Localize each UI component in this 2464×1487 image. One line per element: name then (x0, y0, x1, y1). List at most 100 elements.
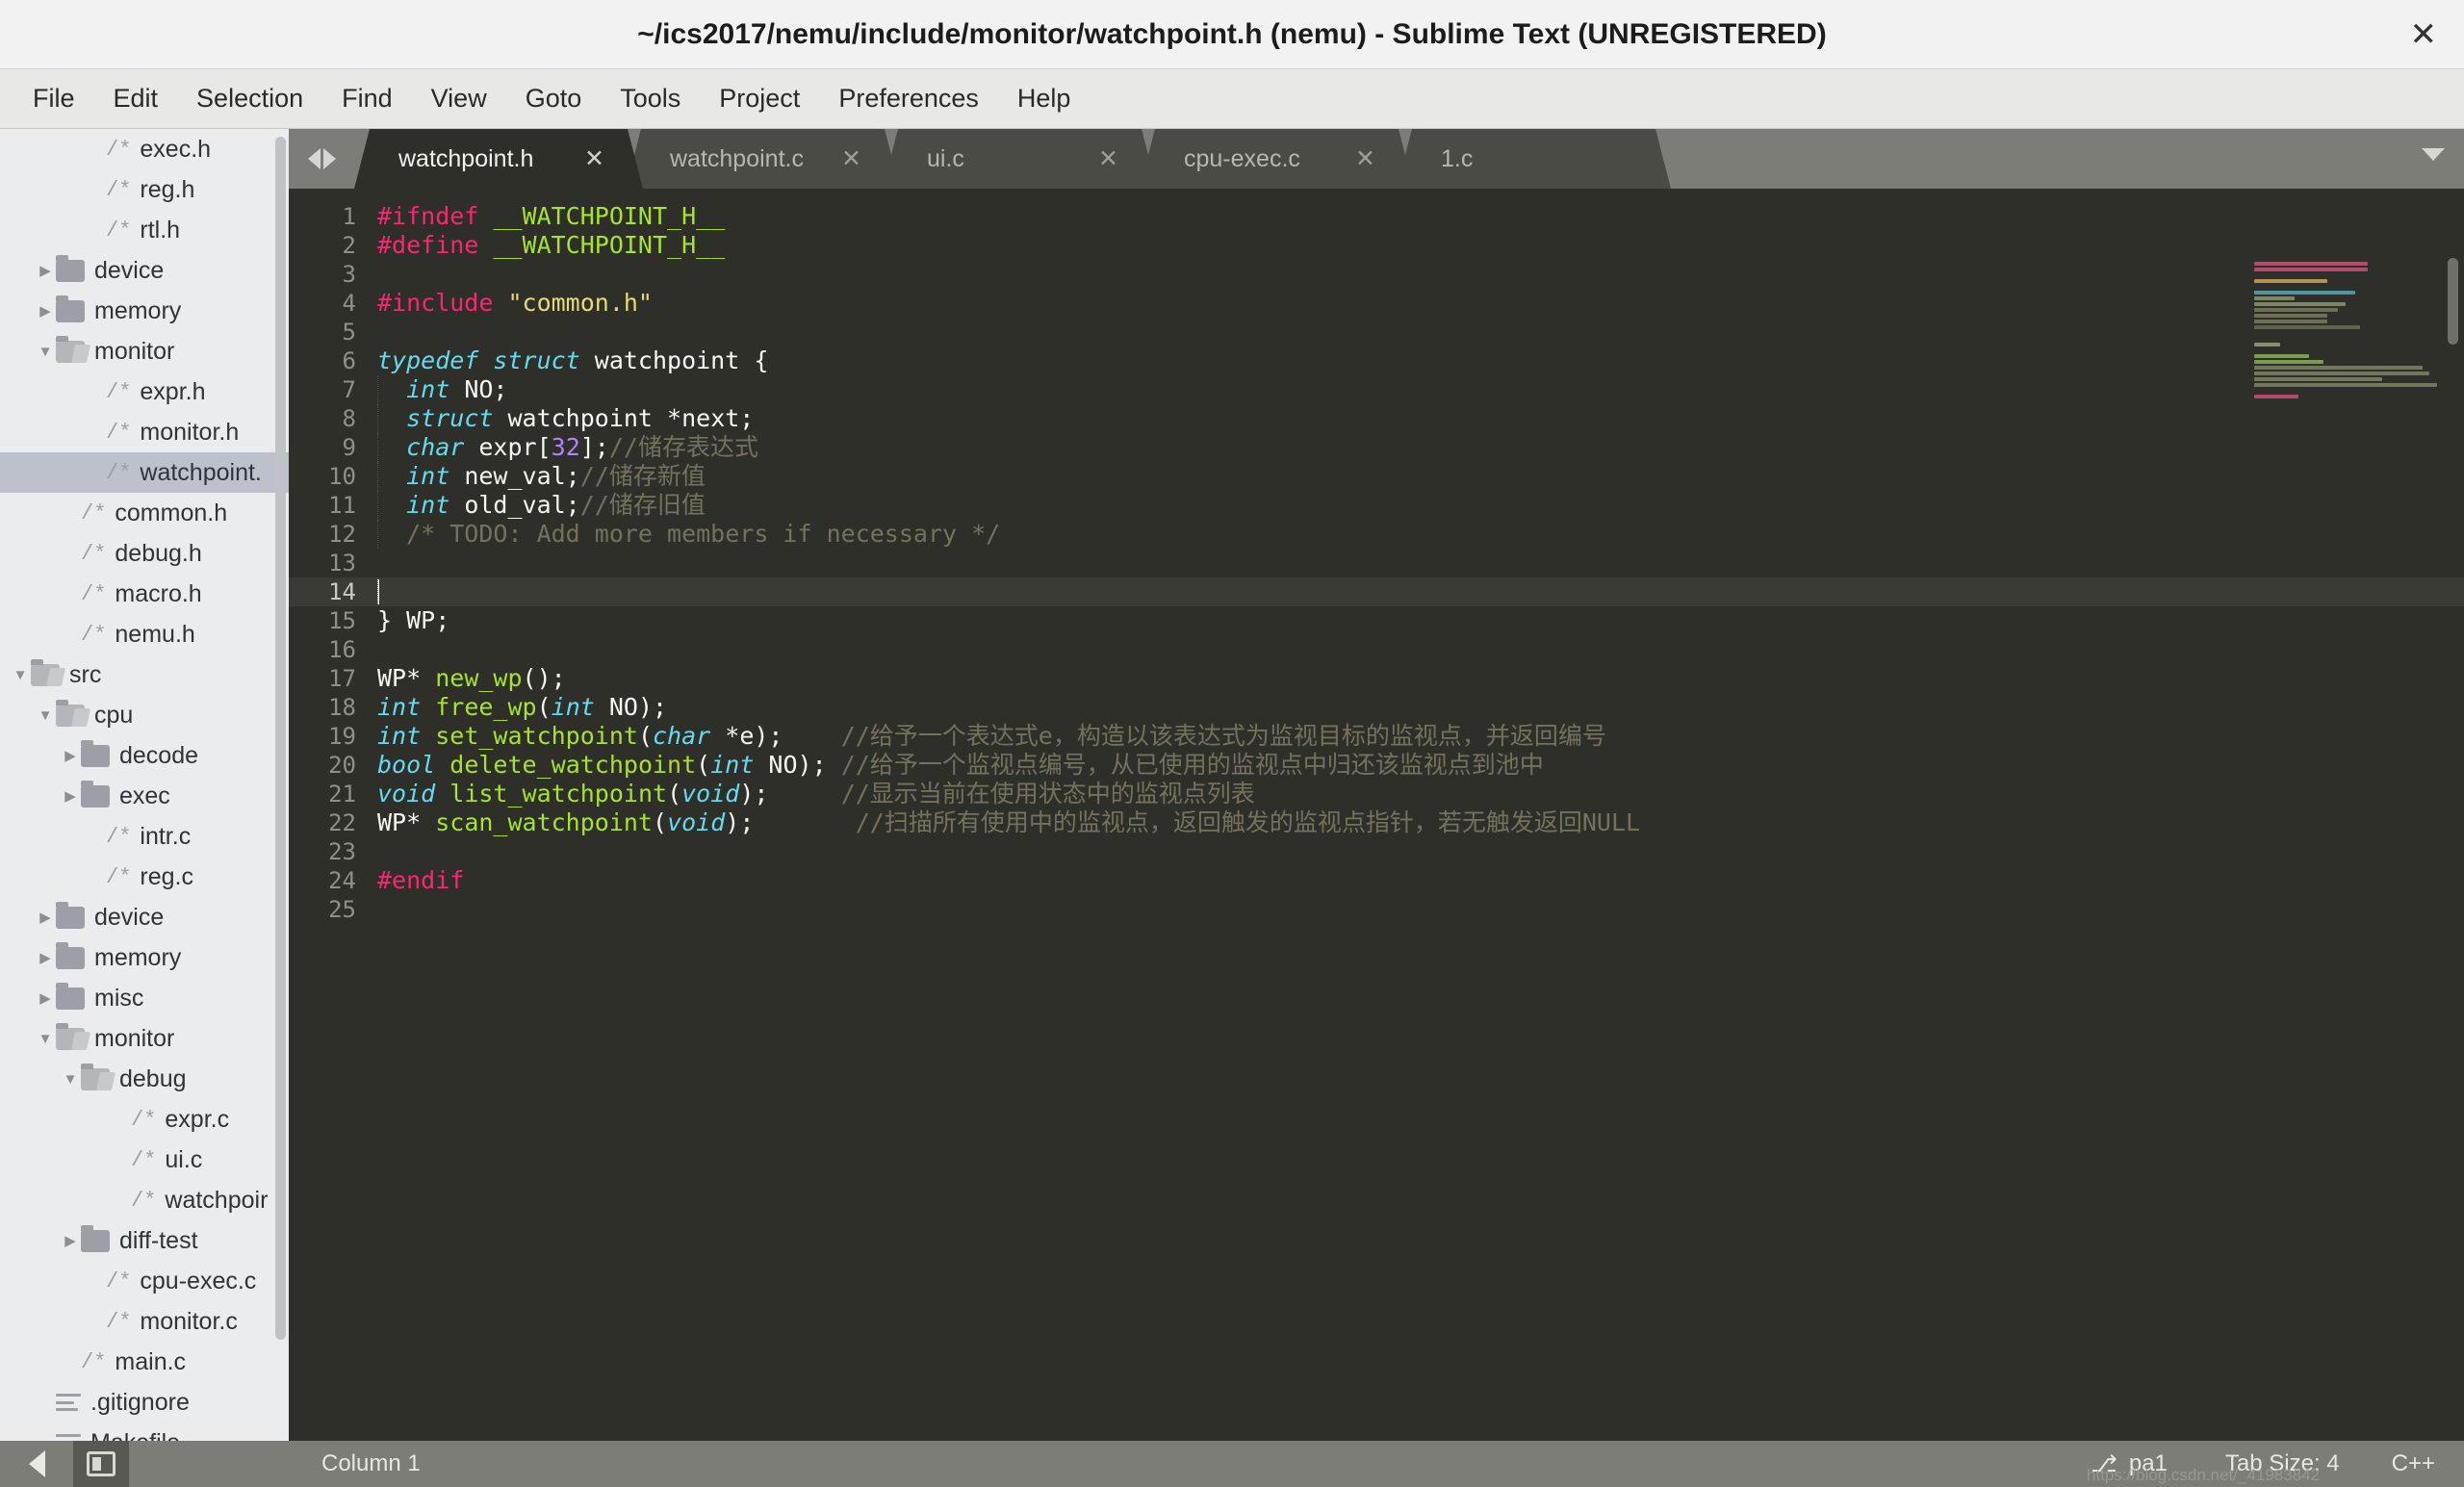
tree-item-device[interactable]: ▶ device (0, 897, 289, 937)
tree-item-watchpoir[interactable]: /* watchpoir (0, 1180, 289, 1220)
status-branch[interactable]: ⎇ pa1 (2091, 1450, 2168, 1477)
editor-vertical-scrollbar[interactable] (2448, 258, 2458, 345)
sidebar-file-tree[interactable]: /* exec.h /* reg.h /* rtl.h ▶ device ▶ memory ▼ m… (0, 129, 289, 1441)
tree-item-watchpoint[interactable]: /* watchpoint. (0, 452, 289, 493)
code-line[interactable]: 3 (289, 260, 2464, 289)
code-line[interactable]: 1 #ifndef __WATCHPOINT_H__ (289, 202, 2464, 231)
code-line[interactable]: 12 /* TODO: Add more members if necessar… (289, 520, 2464, 549)
chevron-down-icon[interactable]: ▼ (35, 707, 56, 724)
status-tab-size[interactable]: Tab Size: 4 (2225, 1450, 2340, 1477)
tree-item-gitignore[interactable]: .gitignore (0, 1382, 289, 1423)
code-line[interactable]: 13 (289, 549, 2464, 577)
tree-item-exec[interactable]: ▶ exec (0, 776, 289, 816)
tree-item-regc[interactable]: /* reg.c (0, 857, 289, 897)
tab-cpuexecc[interactable]: cpu-exec.c ✕ (1140, 129, 1414, 189)
tree-item-difftest[interactable]: ▶ diff-test (0, 1220, 289, 1261)
tree-item-commonh[interactable]: /* common.h (0, 493, 289, 533)
code-line[interactable]: 15} WP; (289, 606, 2464, 635)
tree-item-monitorc[interactable]: /* monitor.c (0, 1301, 289, 1342)
tab-prev-icon[interactable] (307, 148, 321, 169)
tree-item-exech[interactable]: /* exec.h (0, 129, 289, 169)
tree-item-nemuh[interactable]: /* nemu.h (0, 614, 289, 654)
status-language[interactable]: C++ (2392, 1450, 2435, 1477)
tree-item-macroh[interactable]: /* macro.h (0, 574, 289, 614)
menu-item-help[interactable]: Help (998, 78, 1091, 119)
tree-item-exprh[interactable]: /* expr.h (0, 372, 289, 412)
chevron-right-icon[interactable]: ▶ (35, 262, 56, 279)
tab-1c[interactable]: 1.c (1397, 129, 1671, 189)
tree-item-rtlh[interactable]: /* rtl.h (0, 210, 289, 250)
chevron-down-icon[interactable] (2422, 148, 2445, 161)
tree-item-monitorh[interactable]: /* monitor.h (0, 412, 289, 452)
tree-item-makefile[interactable]: Makefile (0, 1423, 289, 1441)
code-line[interactable]: 22 WP* scan_watchpoint(void); //扫描所有使用中的监… (289, 808, 2464, 837)
tree-item-decode[interactable]: ▶ decode (0, 735, 289, 776)
tree-item-memory[interactable]: ▶ memory (0, 291, 289, 331)
menu-item-goto[interactable]: Goto (506, 78, 602, 119)
menu-item-selection[interactable]: Selection (177, 78, 322, 119)
tree-item-monitor[interactable]: ▼ monitor (0, 1018, 289, 1059)
tab-uic[interactable]: ui.c ✕ (883, 129, 1157, 189)
code-line[interactable]: 11 int old_val;//储存旧值 (289, 491, 2464, 520)
tab-watchpointh[interactable]: watchpoint.h ✕ (354, 129, 643, 189)
tree-item-exprc[interactable]: /* expr.c (0, 1099, 289, 1140)
menu-item-edit[interactable]: Edit (94, 78, 178, 119)
chevron-right-icon[interactable]: ▶ (35, 949, 56, 966)
code-line[interactable]: 18 int free_wp(int NO); (289, 693, 2464, 722)
tree-item-monitor[interactable]: ▼ monitor (0, 331, 289, 372)
code-line[interactable]: 23 (289, 837, 2464, 866)
code-area[interactable]: 1 #ifndef __WATCHPOINT_H__ 2 #define __WATC… (289, 189, 2464, 1441)
chevron-right-icon[interactable]: ▶ (35, 909, 56, 926)
tree-item-regh[interactable]: /* reg.h (0, 169, 289, 210)
menu-item-tools[interactable]: Tools (601, 78, 700, 119)
chevron-down-icon[interactable]: ▼ (10, 667, 31, 683)
tree-item-intrc[interactable]: /* intr.c (0, 816, 289, 857)
tree-item-cpu[interactable]: ▼ cpu (0, 695, 289, 735)
tab-close-icon[interactable]: ✕ (841, 144, 861, 173)
chevron-right-icon[interactable]: ▶ (60, 747, 81, 764)
code-line[interactable]: 10 int new_val;//储存新值 (289, 462, 2464, 491)
chevron-right-icon[interactable]: ▶ (35, 302, 56, 320)
code-line[interactable]: 4 #include "common.h" (289, 289, 2464, 318)
minimap[interactable] (2254, 262, 2437, 398)
code-line[interactable]: 16 (289, 635, 2464, 664)
code-line[interactable]: 5 (289, 318, 2464, 346)
menu-item-find[interactable]: Find (322, 78, 412, 119)
menu-item-file[interactable]: File (13, 78, 94, 119)
tree-item-misc[interactable]: ▶ misc (0, 978, 289, 1018)
tree-item-uic[interactable]: /* ui.c (0, 1140, 289, 1180)
tab-close-icon[interactable]: ✕ (1355, 144, 1375, 173)
chevron-down-icon[interactable]: ▼ (35, 344, 56, 360)
tab-watchpointc[interactable]: watchpoint.c ✕ (626, 129, 900, 189)
menu-item-preferences[interactable]: Preferences (819, 78, 998, 119)
code-line[interactable]: 21 void list_watchpoint(void); //显示当前在使用状… (289, 780, 2464, 808)
chevron-down-icon[interactable]: ▼ (35, 1031, 56, 1047)
tab-close-icon[interactable]: ✕ (584, 144, 604, 173)
menu-item-project[interactable]: Project (700, 78, 819, 119)
chevron-right-icon[interactable]: ▶ (60, 1232, 81, 1249)
code-line[interactable]: 17 WP* new_wp(); (289, 664, 2464, 693)
tab-nav-arrows[interactable] (289, 129, 354, 189)
chevron-right-icon[interactable]: ▶ (35, 989, 56, 1007)
tab-close-icon[interactable]: ✕ (1098, 144, 1118, 173)
menu-item-view[interactable]: View (412, 78, 506, 119)
code-line[interactable]: 14 (289, 577, 2464, 606)
tree-item-debug[interactable]: ▼ debug (0, 1059, 289, 1099)
tree-item-mainc[interactable]: /* main.c (0, 1342, 289, 1382)
tree-item-cpuexecc[interactable]: /* cpu-exec.c (0, 1261, 289, 1301)
tree-item-device[interactable]: ▶ device (0, 250, 289, 291)
code-line[interactable]: 6 typedef struct watchpoint { (289, 346, 2464, 375)
code-lines[interactable]: 1 #ifndef __WATCHPOINT_H__ 2 #define __WATC… (289, 202, 2464, 1441)
code-line[interactable]: 2 #define __WATCHPOINT_H__ (289, 231, 2464, 260)
code-line[interactable]: 20 bool delete_watchpoint(int NO); //给予一个… (289, 751, 2464, 780)
tab-next-icon[interactable] (322, 148, 336, 169)
sidebar-toggle-icon[interactable] (73, 1441, 129, 1487)
code-line[interactable]: 9 char expr[32];//储存表达式 (289, 433, 2464, 462)
tree-item-debugh[interactable]: /* debug.h (0, 533, 289, 574)
back-arrow-icon[interactable] (0, 1441, 73, 1487)
code-line[interactable]: 19 int set_watchpoint(char *e); //给予一个表达式… (289, 722, 2464, 751)
sidebar-scrollbar[interactable] (275, 137, 286, 1340)
code-line[interactable]: 8 struct watchpoint *next; (289, 404, 2464, 433)
code-line[interactable]: 24 #endif (289, 866, 2464, 895)
code-line[interactable]: 7 int NO; (289, 375, 2464, 404)
